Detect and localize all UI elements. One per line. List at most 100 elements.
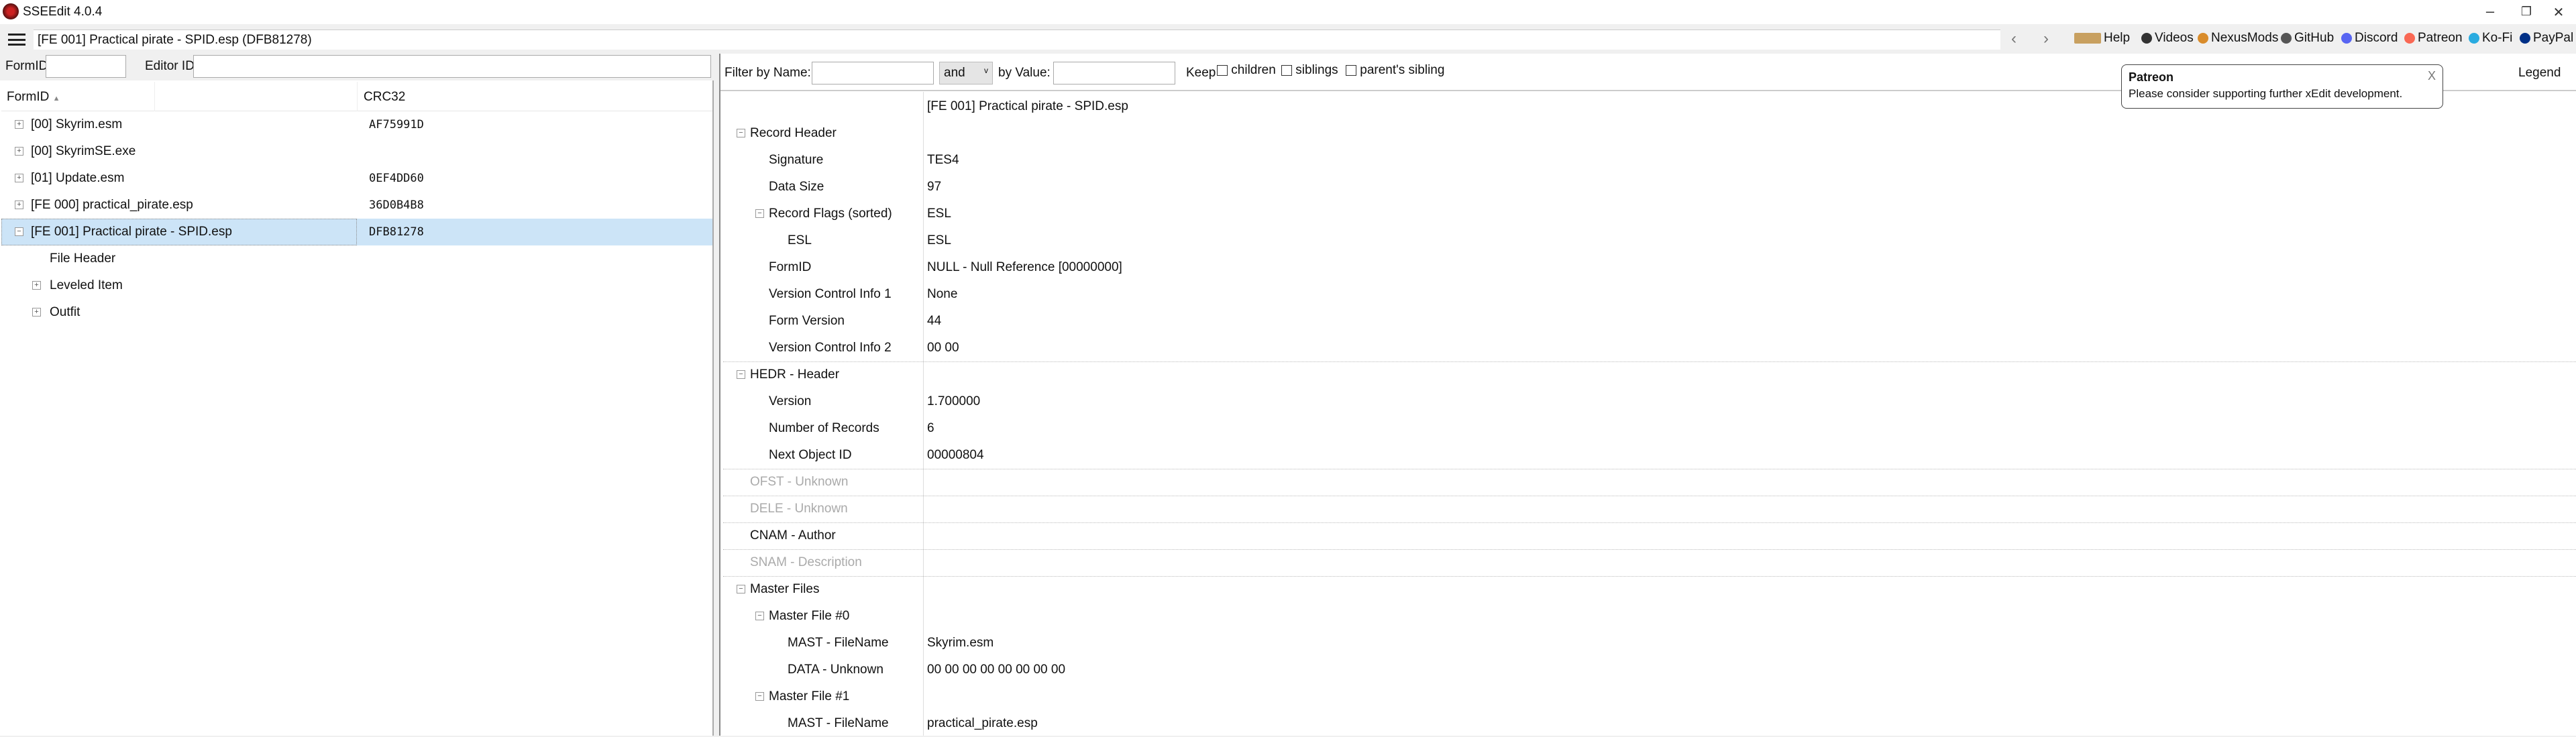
record-field-row[interactable]: MAST - FileName practical_pirate.esp [723,710,2576,737]
record-field-row[interactable]: ESL ESL [723,227,2576,254]
formid-label: FormID [5,59,48,73]
file-name: [00] Skyrim.esm [31,117,123,131]
record-path-field[interactable]: [FE 001] Practical pirate - SPID.esp (DF… [34,30,2000,50]
checkbox[interactable] [1217,64,1228,76]
record-field-row[interactable]: Version 1.700000 [723,388,2576,415]
keep-label: Keep [1186,66,1216,80]
toolbar-link-nexusmods[interactable]: NexusMods [2198,31,2278,46]
field-name: Master Files [750,582,820,596]
record-field-row[interactable]: − Record Header [723,120,2576,147]
record-field-row[interactable]: DELE - Unknown [723,496,2576,522]
collapse-icon[interactable]: − [755,209,764,218]
link-label: NexusMods [2211,31,2279,45]
back-button[interactable]: ‹ [2011,30,2017,48]
record-field-row[interactable]: − Master Files [723,576,2576,603]
record-field-row[interactable]: Version Control Info 1 None [723,281,2576,308]
field-name: Version [769,394,812,408]
record-field-row[interactable]: − Master File #1 [723,683,2576,710]
keep-children-checkbox[interactable]: children [1217,63,1276,78]
toolbar-link-paypal[interactable]: PayPal [2520,31,2573,46]
legend-button[interactable]: Legend [2518,66,2561,80]
file-row[interactable]: + [00] Skyrim.esm AF75991D [1,111,712,138]
column-crc32[interactable]: CRC32 [364,90,405,105]
checkbox-label: siblings [1295,63,1338,77]
record-field-row[interactable]: − HEDR - Header [723,361,2576,388]
record-field-row[interactable]: − Master File #0 [723,603,2576,630]
collapse-icon[interactable]: − [755,692,764,701]
group-row[interactable]: + Leveled Item [1,272,712,299]
close-button[interactable]: ✕ [2545,4,2572,21]
record-field-row[interactable]: Next Object ID 00000804 [723,442,2576,469]
record-field-row[interactable]: Signature TES4 [723,147,2576,174]
collapse-icon[interactable]: − [737,370,745,379]
record-field-row[interactable]: OFST - Unknown [723,469,2576,496]
collapse-icon[interactable]: − [15,227,23,236]
patreon-icon [2404,33,2415,44]
collapse-icon[interactable]: − [755,612,764,620]
collapse-icon[interactable]: − [737,129,745,137]
field-name: Data Size [769,180,824,194]
record-field-row[interactable]: Data Size 97 [723,174,2576,201]
file-crc: DFB81278 [369,225,424,239]
file-crc: 0EF4DD60 [369,172,424,185]
title-bar: SSEEdit 4.0.4 – ❐ ✕ [0,0,2576,24]
operator-dropdown[interactable]: and v [939,62,993,84]
kofi-icon [2469,33,2479,44]
field-value: TES4 [927,153,959,167]
record-field-row[interactable]: SNAM - Description [723,549,2576,576]
collapse-icon[interactable]: − [737,585,745,593]
toolbar-link-github[interactable]: GitHub [2281,31,2334,46]
file-row[interactable]: + [00] SkyrimSE.exe [1,138,712,165]
editorid-input[interactable] [193,55,711,78]
maximize-button[interactable]: ❐ [2513,5,2540,19]
toolbar-link-help[interactable]: Help [2074,31,2130,46]
field-value: 97 [927,180,942,194]
field-name: Version Control Info 1 [769,287,892,301]
tree-column-header: FormID ▲ CRC32 [1,82,712,111]
expand-icon[interactable]: + [32,308,41,317]
file-row[interactable]: + [01] Update.esm 0EF4DD60 [1,165,712,192]
expand-icon[interactable]: + [15,147,23,156]
column-formid[interactable]: FormID ▲ [7,90,60,105]
group-row[interactable]: File Header [1,245,712,272]
group-row[interactable]: + Outfit [1,299,712,326]
record-field-row[interactable]: FormID NULL - Null Reference [00000000] [723,254,2576,281]
file-row[interactable]: + [FE 000] practical_pirate.esp 36D0B4B8 [1,192,712,219]
record-field-row[interactable]: DATA - Unknown 00 00 00 00 00 00 00 00 [723,657,2576,683]
checkbox[interactable] [1346,64,1356,76]
expand-icon[interactable]: + [15,120,23,129]
minimize-button[interactable]: – [2477,3,2504,20]
paypal-icon [2520,33,2530,44]
hamburger-menu-icon[interactable] [8,34,25,46]
field-value: 00 00 [927,341,959,355]
field-name: Version Control Info 2 [769,341,892,355]
group-name: File Header [50,251,116,266]
forward-button[interactable]: › [2043,30,2049,48]
record-field-row[interactable]: CNAM - Author [723,522,2576,549]
keep-parents-sibling-checkbox[interactable]: parent's sibling [1346,63,1444,78]
toolbar-link-videos[interactable]: Videos [2141,31,2194,46]
record-field-row[interactable]: MAST - FileName Skyrim.esm [723,630,2576,657]
toolbar-link-discord[interactable]: Discord [2341,31,2398,46]
file-row[interactable]: − [FE 001] Practical pirate - SPID.esp DFB… [1,219,712,245]
formid-input[interactable] [46,55,126,78]
record-field-row[interactable]: − Record Flags (sorted) ESL [723,201,2576,227]
toolbar-link-ko-fi[interactable]: Ko-Fi [2469,31,2512,46]
expand-icon[interactable]: + [15,174,23,182]
toolbar-link-patreon[interactable]: Patreon [2404,31,2463,46]
field-name: Record Flags (sorted) [769,207,892,221]
checkbox-label: children [1231,63,1276,77]
field-name: Next Object ID [769,448,852,462]
field-value: 1.700000 [927,394,981,408]
keep-siblings-checkbox[interactable]: siblings [1281,63,1338,78]
record-field-row[interactable]: Form Version 44 [723,308,2576,335]
tooltip-close-button[interactable]: X [2428,69,2436,83]
filter-name-input[interactable] [812,62,934,84]
checkbox[interactable] [1281,64,1292,76]
checkbox-label: parent's sibling [1360,63,1445,77]
expand-icon[interactable]: + [32,281,41,290]
filter-value-input[interactable] [1053,62,1175,84]
record-field-row[interactable]: Number of Records 6 [723,415,2576,442]
record-field-row[interactable]: Version Control Info 2 00 00 [723,335,2576,361]
expand-icon[interactable]: + [15,201,23,209]
